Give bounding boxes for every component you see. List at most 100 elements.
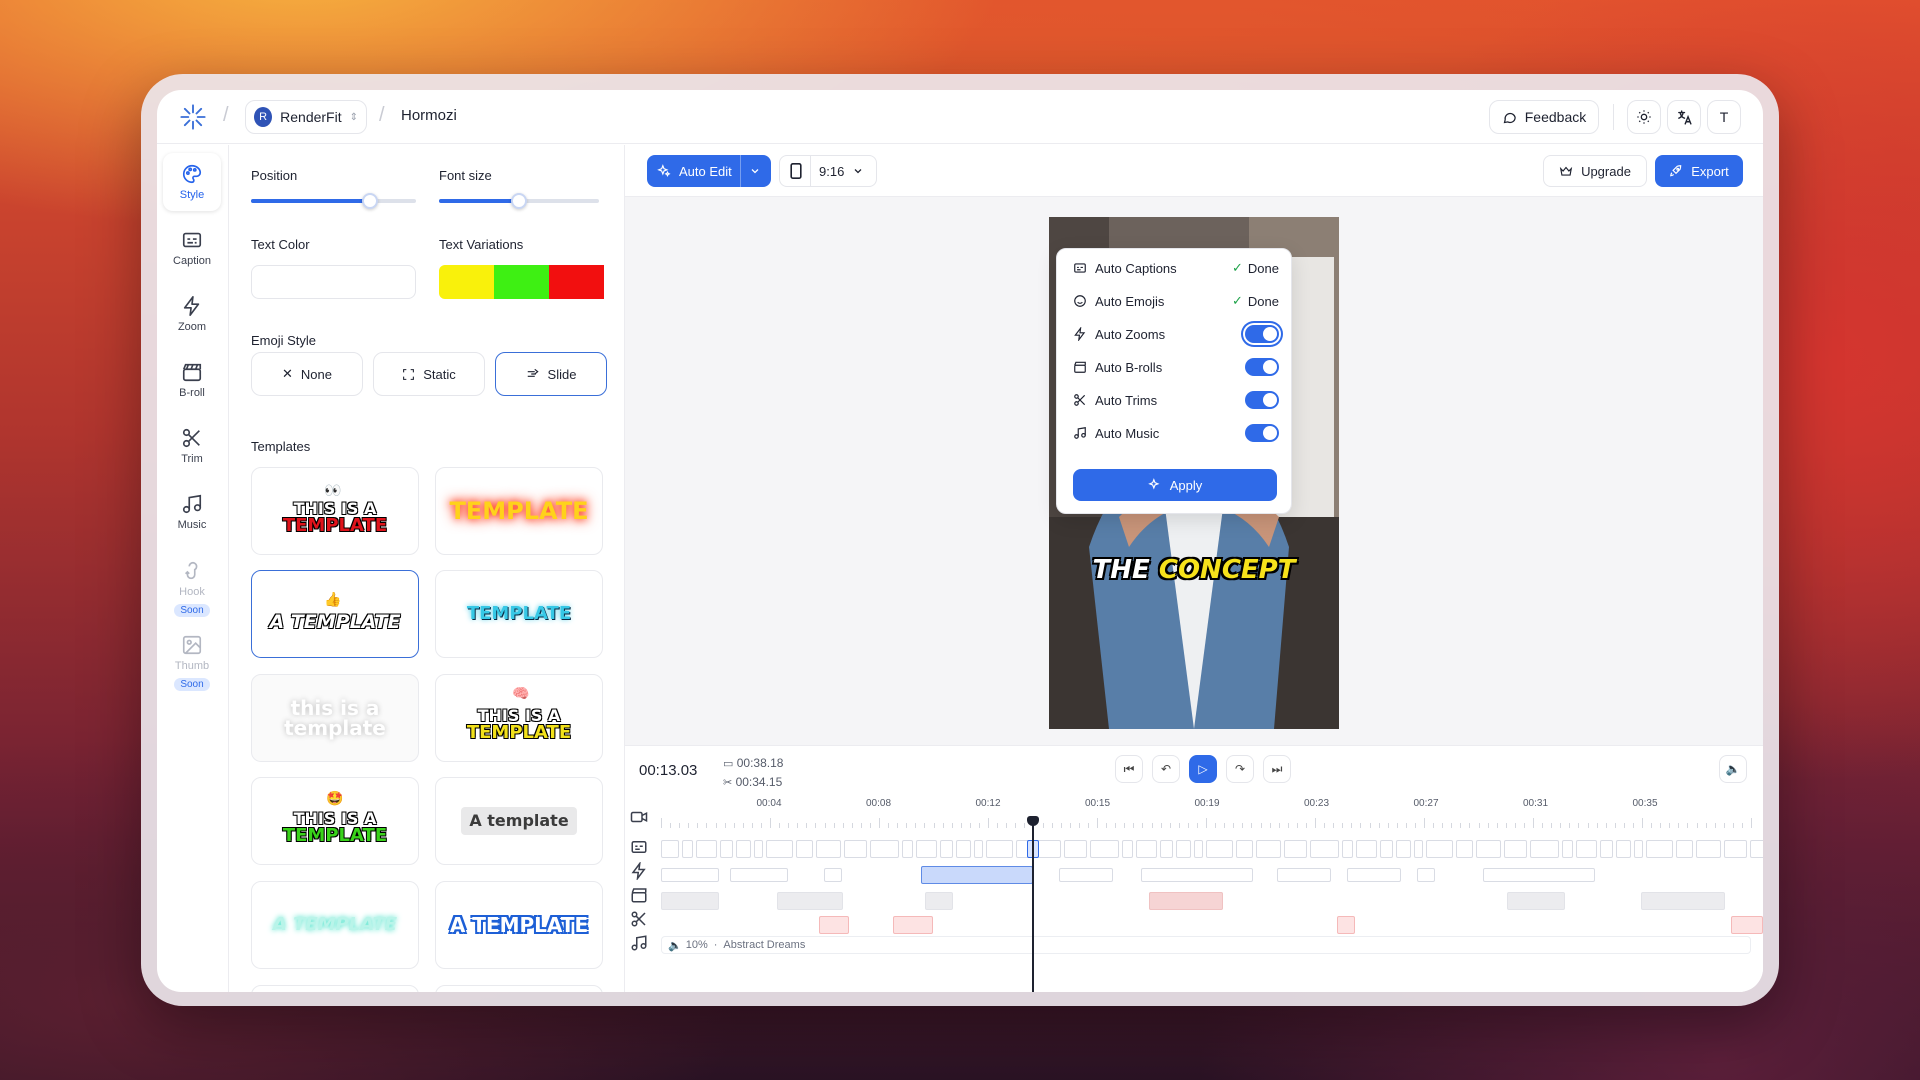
caption-clip[interactable] — [682, 840, 693, 858]
caption-clip[interactable] — [1616, 840, 1631, 858]
caption-clip[interactable] — [1176, 840, 1191, 858]
caption-clip[interactable] — [940, 840, 953, 858]
caption-clip[interactable] — [1256, 840, 1281, 858]
caption-clip[interactable] — [902, 840, 913, 858]
caption-clip[interactable] — [1236, 840, 1253, 858]
caption-clip[interactable] — [1310, 840, 1339, 858]
zoom-clip[interactable] — [921, 866, 1033, 884]
caption-clip[interactable] — [736, 840, 751, 858]
position-slider[interactable] — [251, 193, 416, 209]
emoji-slide-button[interactable]: Slide — [495, 352, 607, 396]
export-button[interactable]: Export — [1655, 155, 1743, 187]
play-button[interactable]: ▷ — [1189, 755, 1217, 783]
menu-item-auto-zooms[interactable]: Auto Zooms — [1073, 323, 1279, 345]
template-card[interactable]: 🤩 THIS IS A TEMPLATE — [251, 777, 419, 865]
caption-clip[interactable] — [1600, 840, 1613, 858]
user-avatar-button[interactable]: T — [1707, 100, 1741, 134]
caption-clip[interactable] — [1426, 840, 1453, 858]
zoom-clip[interactable] — [1417, 868, 1435, 882]
skip-forward-button[interactable]: ⏭ — [1263, 755, 1291, 783]
playhead[interactable] — [1027, 816, 1039, 992]
caption-clip[interactable] — [986, 840, 1013, 858]
language-button[interactable] — [1667, 100, 1701, 134]
template-card[interactable]: this is a template — [251, 674, 419, 762]
auto-zooms-toggle[interactable] — [1245, 325, 1279, 343]
caption-clip[interactable] — [1194, 840, 1203, 858]
auto-music-toggle[interactable] — [1245, 424, 1279, 442]
caption-clip[interactable] — [696, 840, 717, 858]
caption-clip[interactable] — [1456, 840, 1473, 858]
sidebar-item-broll[interactable]: B-roll — [163, 351, 221, 409]
caption-clip[interactable] — [1380, 840, 1393, 858]
caption-clip[interactable] — [661, 840, 679, 858]
caption-clip[interactable] — [766, 840, 793, 858]
caption-clip[interactable] — [1476, 840, 1501, 858]
zoom-clip[interactable] — [824, 868, 842, 882]
caption-clip[interactable] — [1634, 840, 1643, 858]
app-logo-icon[interactable] — [179, 103, 207, 131]
template-card[interactable]: A template — [435, 777, 603, 865]
emoji-none-button[interactable]: ✕ None — [251, 352, 363, 396]
zoom-clip[interactable] — [1141, 868, 1253, 882]
auto-trims-toggle[interactable] — [1245, 391, 1279, 409]
caption-clip[interactable] — [1504, 840, 1527, 858]
upgrade-button[interactable]: Upgrade — [1543, 155, 1647, 187]
auto-brolls-toggle[interactable] — [1245, 358, 1279, 376]
caption-clip[interactable] — [1356, 840, 1377, 858]
template-card[interactable]: 🧠 THIS IS A TEMPLATE — [435, 674, 603, 762]
template-card[interactable]: 👍 A TEMPLATE — [251, 570, 419, 658]
trim-clip[interactable] — [1731, 916, 1763, 934]
zoom-clip[interactable] — [1483, 868, 1595, 882]
broll-clip[interactable] — [661, 892, 719, 910]
theme-toggle-button[interactable] — [1627, 100, 1661, 134]
broll-clip[interactable] — [777, 892, 843, 910]
color-swatch[interactable] — [549, 265, 604, 299]
zoom-clip[interactable] — [730, 868, 788, 882]
zoom-clip[interactable] — [1347, 868, 1401, 882]
project-name[interactable]: Hormozi — [401, 107, 457, 124]
redo-button[interactable]: ↷ — [1226, 755, 1254, 783]
template-card[interactable]: A TEMPLATE — [435, 881, 603, 969]
text-color-picker[interactable] — [251, 265, 416, 299]
caption-clip[interactable] — [1206, 840, 1233, 858]
caption-clip[interactable] — [1576, 840, 1597, 858]
caption-clip[interactable] — [1090, 840, 1119, 858]
auto-edit-button[interactable]: Auto Edit — [647, 155, 771, 187]
caption-clip[interactable] — [1036, 840, 1061, 858]
broll-clip[interactable] — [1641, 892, 1725, 910]
caption-clip[interactable] — [1646, 840, 1673, 858]
caption-clip[interactable] — [1342, 840, 1353, 858]
apply-button[interactable]: Apply — [1073, 469, 1277, 501]
caption-clip[interactable] — [1724, 840, 1747, 858]
caption-clip[interactable] — [1136, 840, 1157, 858]
menu-item-auto-brolls[interactable]: Auto B-rolls — [1073, 356, 1279, 378]
font-size-slider[interactable] — [439, 193, 599, 209]
caption-clip[interactable] — [916, 840, 937, 858]
feedback-button[interactable]: Feedback — [1489, 100, 1599, 134]
caption-clip[interactable] — [1284, 840, 1307, 858]
caption-clip[interactable] — [1414, 840, 1423, 858]
caption-clip[interactable] — [754, 840, 763, 858]
caption-clip[interactable] — [1396, 840, 1411, 858]
zoom-clip[interactable] — [1059, 868, 1113, 882]
menu-item-auto-captions[interactable]: Auto Captions ✓ Done — [1073, 257, 1279, 279]
caption-clip[interactable] — [796, 840, 813, 858]
slider-thumb[interactable] — [361, 193, 378, 209]
trim-clip[interactable] — [893, 916, 933, 934]
sidebar-item-caption[interactable]: Caption — [163, 219, 221, 277]
sidebar-item-music[interactable]: Music — [163, 483, 221, 541]
caption-clip[interactable] — [1562, 840, 1573, 858]
broll-clip[interactable] — [1507, 892, 1565, 910]
sidebar-item-zoom[interactable]: Zoom — [163, 285, 221, 343]
broll-clip[interactable] — [925, 892, 953, 910]
caption-clip[interactable] — [1676, 840, 1693, 858]
trim-clip[interactable] — [819, 916, 849, 934]
caption-clip[interactable] — [1064, 840, 1087, 858]
template-card[interactable]: 👀 THIS IS A TEMPLATE — [251, 467, 419, 555]
menu-item-auto-emojis[interactable]: Auto Emojis ✓ Done — [1073, 290, 1279, 312]
menu-item-auto-music[interactable]: Auto Music — [1073, 422, 1279, 444]
caption-clip[interactable] — [1122, 840, 1133, 858]
workspace-switcher[interactable]: R RenderFit ⇕ — [245, 100, 367, 134]
chevron-down-icon[interactable] — [749, 165, 761, 177]
template-card[interactable]: A TEMPLATE — [251, 881, 419, 969]
